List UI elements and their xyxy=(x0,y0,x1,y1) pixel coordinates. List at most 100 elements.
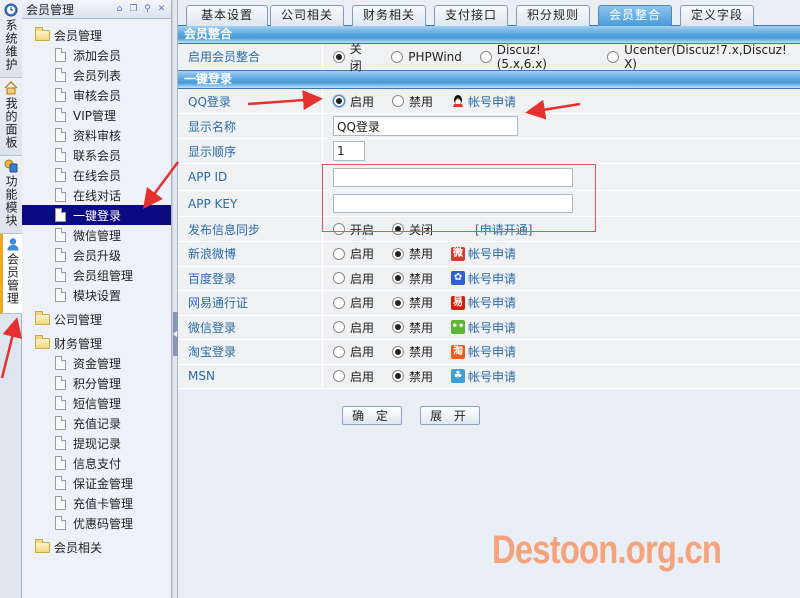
tab-payment[interactable]: 支付接口 xyxy=(434,5,508,26)
page-icon xyxy=(55,68,66,82)
radio-integration-ucenter[interactable]: Ucenter(Discuz!7.x,Discuz! X) xyxy=(607,43,800,71)
radio-integration-phpwind[interactable]: PHPWind xyxy=(391,50,462,64)
vtab-modules[interactable]: 功能模块 xyxy=(0,156,22,234)
search-icon[interactable]: ⚲ xyxy=(142,4,153,15)
field-label: QQ登录 xyxy=(178,89,323,113)
modules-icon xyxy=(4,159,18,173)
tree-item[interactable]: 信息支付 xyxy=(22,453,171,473)
tab-member-integration[interactable]: 会员整合 xyxy=(598,5,672,26)
qq-apply-link[interactable]: 帐号申请 xyxy=(451,93,516,110)
field-label: 新浪微博 xyxy=(178,242,323,266)
app-id-input[interactable] xyxy=(333,167,573,187)
tree-item-label: 优惠码管理 xyxy=(73,516,134,531)
page-icon xyxy=(55,496,66,510)
radio-provider-disable[interactable]: 禁用 xyxy=(392,270,433,287)
provider-row: 新浪微博 启用 禁用 微帐号申请 xyxy=(178,242,800,267)
display-name-input[interactable] xyxy=(333,116,518,136)
integration-row: 启用会员整合 关闭 PHPWind Discuz!(5.x,6.x) Ucent… xyxy=(178,42,800,73)
tree-item[interactable]: 一键登录 xyxy=(22,205,171,225)
tab-points[interactable]: 积分规则 xyxy=(516,5,590,26)
tree-item[interactable]: 提现记录 xyxy=(22,433,171,453)
provider-apply-link[interactable]: 淘帐号申请 xyxy=(451,343,516,360)
tree-item[interactable]: 模块设置 xyxy=(22,285,171,305)
tree-item[interactable]: 资料审核 xyxy=(22,125,171,145)
tree-item[interactable]: 联系会员 xyxy=(22,145,171,165)
radio-provider-enable[interactable]: 启用 xyxy=(333,343,374,360)
display-order-input[interactable] xyxy=(333,141,365,161)
provider-apply-link[interactable]: ♣ 帐号申请 xyxy=(451,368,516,385)
radio-provider-disable[interactable]: 禁用 xyxy=(392,294,433,311)
wechat-icon: •• xyxy=(451,320,466,335)
tree-item[interactable]: 会员组管理 xyxy=(22,265,171,285)
radio-provider-enable[interactable]: 启用 xyxy=(333,245,374,262)
netease-icon: 易 xyxy=(451,295,466,310)
tree-item[interactable]: 添加会员 xyxy=(22,45,171,65)
radio-provider-disable[interactable]: 禁用 xyxy=(392,343,433,360)
app-key-input[interactable] xyxy=(333,194,573,213)
tree-item-label: 积分管理 xyxy=(73,376,122,391)
radio-integration-discuz[interactable]: Discuz!(5.x,6.x) xyxy=(479,43,589,71)
radio-qq-enable[interactable]: 启用 xyxy=(333,93,374,110)
tree-item[interactable]: 充值卡管理 xyxy=(22,493,171,513)
tree-item[interactable]: 在线对话 xyxy=(22,185,171,205)
home-icon[interactable]: ⌂ xyxy=(114,4,125,15)
radio-sync-off[interactable]: 关闭 xyxy=(392,221,433,238)
panel-title: 会员管理 xyxy=(26,2,75,17)
radio-integration-off[interactable]: 关闭 xyxy=(333,40,373,74)
provider-apply-link[interactable]: •• 帐号申请 xyxy=(451,319,516,336)
radio-sync-on[interactable]: 开启 xyxy=(333,221,374,238)
tree-item[interactable]: 充值记录 xyxy=(22,413,171,433)
tab-company[interactable]: 公司相关 xyxy=(270,5,344,26)
apply-activation-link[interactable]: [申请开通] xyxy=(475,221,532,238)
tree-item[interactable]: 短信管理 xyxy=(22,393,171,413)
radio-qq-disable[interactable]: 禁用 xyxy=(392,93,433,110)
tree-item[interactable]: 审核会员 xyxy=(22,85,171,105)
page-icon xyxy=(55,128,66,142)
radio-provider-enable[interactable]: 启用 xyxy=(333,294,374,311)
vtab-dashboard[interactable]: 我的面板 xyxy=(0,78,22,156)
home-icon xyxy=(4,81,18,95)
tree-item[interactable]: 微信管理 xyxy=(22,225,171,245)
watermark: Destoon.org.cn xyxy=(492,528,722,572)
expand-button[interactable]: 展 开 xyxy=(420,406,480,425)
restore-icon[interactable]: ❐ xyxy=(128,4,139,15)
tree-item-label: 在线会员 xyxy=(73,168,122,183)
msn-icon: ♣ xyxy=(451,369,466,384)
app-root: 系统维护 我的面板 功能模块 会员管理 会员管理 ⌂ ❐ ⚲ ✕ 会员管理 添加会… xyxy=(0,0,800,598)
tree-group[interactable]: 财务管理 xyxy=(22,333,171,353)
field-label: 发布信息同步 xyxy=(178,217,323,241)
app-id-row: APP ID xyxy=(178,164,800,191)
tree-group[interactable]: 会员管理 xyxy=(22,25,171,45)
tree-item[interactable]: 保证金管理 xyxy=(22,473,171,493)
tab-custom-fields[interactable]: 定义字段 xyxy=(680,5,754,26)
tab-basic-settings[interactable]: 基本设置 xyxy=(186,5,268,26)
provider-apply-link[interactable]: ✿ 帐号申请 xyxy=(451,270,516,287)
tree-item[interactable]: 优惠码管理 xyxy=(22,513,171,533)
tab-finance[interactable]: 财务相关 xyxy=(352,5,426,26)
radio-provider-disable[interactable]: 禁用 xyxy=(392,245,433,262)
vtab-system[interactable]: 系统维护 xyxy=(0,0,22,78)
tree-item[interactable]: 会员升级 xyxy=(22,245,171,265)
radio-provider-enable[interactable]: 启用 xyxy=(333,368,374,385)
radio-provider-enable[interactable]: 启用 xyxy=(333,319,374,336)
page-icon xyxy=(55,288,66,302)
tree-item[interactable]: 会员列表 xyxy=(22,65,171,85)
tab-bar: 基本设置 公司相关 财务相关 支付接口 积分规则 会员整合 定义字段 xyxy=(178,0,800,26)
folder-icon xyxy=(35,334,50,349)
radio-provider-disable[interactable]: 禁用 xyxy=(392,319,433,336)
tree-item-label: 充值卡管理 xyxy=(73,496,134,511)
radio-provider-enable[interactable]: 启用 xyxy=(333,270,374,287)
vtab-members[interactable]: 会员管理 xyxy=(0,234,22,314)
confirm-button[interactable]: 确 定 xyxy=(342,406,402,425)
provider-apply-link[interactable]: 易帐号申请 xyxy=(451,294,516,311)
close-icon[interactable]: ✕ xyxy=(156,4,167,15)
tree-group[interactable]: 会员相关 xyxy=(22,537,171,557)
tree-item[interactable]: 积分管理 xyxy=(22,373,171,393)
tree-item[interactable]: VIP管理 xyxy=(22,105,171,125)
radio-provider-disable[interactable]: 禁用 xyxy=(392,368,433,385)
tree-item[interactable]: 在线会员 xyxy=(22,165,171,185)
provider-apply-link[interactable]: 微帐号申请 xyxy=(451,245,516,262)
tree-item[interactable]: 资金管理 xyxy=(22,353,171,373)
tree-group[interactable]: 公司管理 xyxy=(22,309,171,329)
tree-item-label: 提现记录 xyxy=(73,436,122,451)
